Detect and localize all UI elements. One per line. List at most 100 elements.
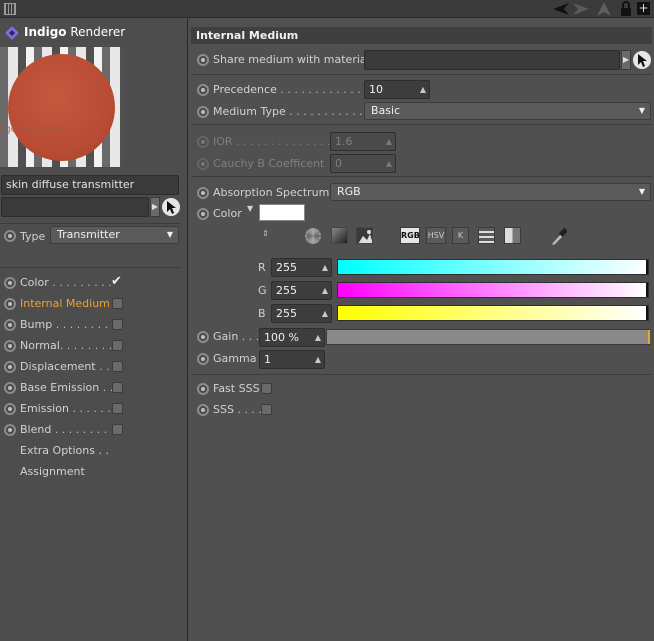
absorption-radio[interactable] — [197, 187, 209, 199]
slider-handle[interactable] — [646, 260, 648, 274]
image-picker-icon[interactable] — [356, 227, 373, 244]
slider-handle[interactable] — [646, 306, 648, 320]
gain-label-text: Gain — [213, 330, 239, 343]
gain-slider-handle[interactable] — [648, 330, 650, 344]
grid-icon[interactable] — [4, 3, 16, 15]
color-wheel-icon[interactable] — [305, 228, 321, 244]
gain-stepper[interactable]: 100 % ▲ — [259, 328, 325, 347]
color-radio[interactable] — [197, 208, 209, 220]
channel-label-text: Color — [20, 276, 49, 289]
channel-item-label[interactable]: Bump . . . . . . . . . — [20, 318, 115, 331]
share-medium-arrow-button[interactable]: ▶ — [621, 50, 631, 70]
channel-g-slider[interactable] — [337, 282, 649, 298]
gain-radio[interactable] — [197, 331, 209, 343]
spinner-arrows-icon[interactable]: ▲ — [315, 329, 321, 346]
assignment-link[interactable]: Assignment — [20, 465, 85, 478]
channel-radio[interactable] — [4, 361, 16, 373]
ior-label-dots: . . . . . . . . . . . . . . . — [232, 135, 338, 148]
channel-radio[interactable] — [4, 277, 16, 289]
spinner-arrows-icon[interactable]: ▲ — [322, 305, 328, 322]
channel-r-stepper[interactable]: 255 ▲ — [271, 258, 332, 277]
gain-label: Gain . . . — [213, 330, 259, 343]
up-arrow-icon[interactable] — [596, 1, 612, 17]
channel-checkbox[interactable] — [112, 403, 123, 414]
pick-cursor-icon[interactable] — [162, 198, 180, 216]
sss-radio[interactable] — [197, 404, 209, 416]
share-medium-field[interactable] — [364, 50, 620, 70]
channel-g-stepper[interactable]: 255 ▲ — [271, 281, 332, 300]
slider-handle[interactable] — [646, 283, 648, 297]
extra-options-link[interactable]: Extra Options . . — [20, 444, 109, 457]
material-link-arrow-button[interactable]: ▶ — [150, 197, 160, 217]
gamma-stepper[interactable]: 1 ▲ — [259, 350, 325, 369]
lock-icon[interactable] — [620, 1, 632, 17]
absorption-dropdown[interactable]: RGB ▼ — [330, 183, 651, 201]
channel-item-label[interactable]: Blend . . . . . . . . — [20, 423, 107, 436]
fast-sss-radio[interactable] — [197, 383, 209, 395]
channel-label-dots: . . . . . . . . . — [52, 318, 116, 331]
type-dropdown[interactable]: Transmitter ▼ — [50, 226, 179, 244]
channel-item-label[interactable]: Base Emission . . — [20, 381, 113, 394]
sss-checkbox[interactable] — [261, 404, 272, 415]
ior-label: IOR . . . . . . . . . . . . . . . — [213, 135, 337, 148]
channel-b-slider[interactable] — [337, 305, 649, 321]
precedence-radio[interactable] — [197, 84, 209, 96]
spectrum-icon[interactable] — [331, 227, 348, 244]
channel-checkbox[interactable] — [112, 424, 123, 435]
channel-radio[interactable] — [4, 403, 16, 415]
channel-item-label[interactable]: Displacement . . — [20, 360, 110, 373]
rgb-mode-button[interactable]: RGB — [400, 227, 420, 244]
channel-checkbox[interactable] — [112, 340, 123, 351]
channel-item-label[interactable]: Emission . . . . . . — [20, 402, 111, 415]
color-picker-icon[interactable] — [549, 226, 567, 246]
channel-radio[interactable] — [4, 382, 16, 394]
channel-radio[interactable] — [4, 319, 16, 331]
indigo-logo-icon — [5, 26, 19, 40]
channel-item-label[interactable]: Color . . . . . . . . . — [20, 276, 112, 289]
channel-item-label[interactable]: Normal. . . . . . . . . — [20, 339, 119, 352]
fast-sss-checkbox[interactable] — [261, 383, 272, 394]
channel-item-label[interactable]: Internal Medium — [20, 297, 110, 310]
material-preview[interactable]: Indigo Renderer — [0, 47, 124, 167]
color-expand-icon[interactable]: ▼ — [247, 204, 253, 213]
forward-arrow-icon[interactable] — [572, 2, 590, 16]
gain-slider[interactable] — [326, 329, 650, 345]
type-radio[interactable] — [4, 230, 16, 242]
channel-checkbox[interactable] — [112, 361, 123, 372]
channel-checkbox[interactable] — [112, 319, 123, 330]
checkmark-icon[interactable]: ✔ — [111, 274, 122, 289]
medium-type-radio[interactable] — [197, 106, 209, 118]
share-medium-pick-icon[interactable] — [633, 51, 651, 69]
gamma-radio[interactable] — [197, 353, 209, 365]
precedence-stepper[interactable]: 10 ▲ — [364, 80, 430, 99]
spinner-arrows-icon[interactable]: ▲ — [322, 282, 328, 299]
channel-checkbox[interactable] — [112, 382, 123, 393]
back-arrow-icon[interactable] — [552, 2, 570, 16]
share-medium-radio[interactable] — [197, 54, 209, 66]
chevron-down-icon: ▼ — [166, 230, 173, 239]
channel-label-dots: . . . . . . — [68, 402, 111, 415]
swatches-icon[interactable] — [504, 227, 521, 244]
channel-r-slider[interactable] — [337, 259, 649, 275]
channel-radio[interactable] — [4, 340, 16, 352]
spinner-arrows-icon[interactable]: ▲ — [315, 351, 321, 368]
medium-type-dropdown[interactable]: Basic ▼ — [364, 102, 651, 120]
divider-3 — [191, 176, 652, 177]
spinner-arrows-icon[interactable]: ▲ — [420, 81, 426, 98]
kelvin-mode-button[interactable]: K — [452, 227, 469, 244]
channel-checkbox[interactable] — [112, 298, 123, 309]
channel-radio[interactable] — [4, 424, 16, 436]
mixer-icon[interactable] — [478, 227, 495, 244]
spinner-arrows-icon[interactable]: ▲ — [322, 259, 328, 276]
hsv-mode-button[interactable]: HSV — [426, 227, 446, 244]
material-link-field[interactable] — [1, 197, 149, 217]
absorption-label: Absorption Spectrum — [213, 186, 330, 199]
material-name-field[interactable]: skin diffuse transmitter — [1, 175, 179, 195]
channel-label-text: Emission — [20, 402, 69, 415]
channel-radio[interactable] — [4, 298, 16, 310]
divider-2 — [191, 124, 652, 125]
channel-b-stepper[interactable]: 255 ▲ — [271, 304, 332, 323]
color-swatch[interactable] — [259, 204, 305, 221]
add-panel-icon[interactable]: + — [637, 2, 650, 15]
eyedropper-mode-icon[interactable]: ⇕ — [257, 226, 274, 243]
